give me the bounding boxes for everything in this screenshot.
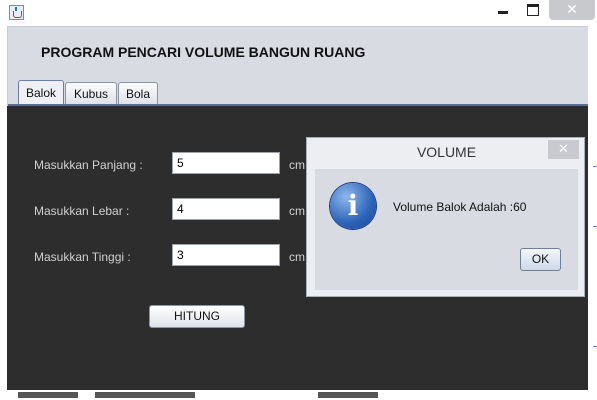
minimize-icon <box>498 11 508 14</box>
maximize-icon <box>527 4 539 16</box>
window-right-edge <box>588 26 597 390</box>
close-button[interactable]: ✕ <box>549 0 595 20</box>
tinggi-input[interactable] <box>172 244 280 266</box>
maximize-button[interactable] <box>518 0 548 20</box>
ok-button[interactable]: OK <box>520 248 561 271</box>
panjang-input[interactable] <box>172 152 280 174</box>
close-icon: ✕ <box>566 2 578 18</box>
lebar-label: Masukkan Lebar : <box>34 204 130 218</box>
tab-balok[interactable]: Balok <box>18 80 64 104</box>
tinggi-unit: cm <box>289 250 305 264</box>
dialog-close-button[interactable]: ✕ <box>548 140 579 159</box>
page-title: PROGRAM PENCARI VOLUME BANGUN RUANG <box>41 44 366 60</box>
volume-dialog: VOLUME ✕ i Volume Balok Adalah :60 OK <box>306 137 585 297</box>
title-bar[interactable]: ✕ <box>0 0 597 26</box>
lebar-input[interactable] <box>172 198 280 220</box>
minimize-button[interactable] <box>488 0 518 20</box>
lebar-unit: cm <box>289 204 305 218</box>
tab-kubus[interactable]: Kubus <box>65 82 117 104</box>
app-window: ✕ PROGRAM PENCARI VOLUME BANGUN RUANG Ba… <box>0 0 597 400</box>
dialog-body: i Volume Balok Adalah :60 OK <box>315 169 578 290</box>
dialog-title: VOLUME <box>416 144 477 160</box>
dialog-message: Volume Balok Adalah :60 <box>393 200 527 214</box>
java-cup-icon[interactable] <box>9 5 24 20</box>
window-border <box>0 26 7 400</box>
tab-bola[interactable]: Bola <box>118 82 158 104</box>
panjang-label: Masukkan Panjang : <box>34 158 143 172</box>
tinggi-label: Masukkan Tinggi : <box>34 250 131 264</box>
hitung-button[interactable]: HITUNG <box>149 305 245 328</box>
background-strip <box>0 390 597 400</box>
panjang-unit: cm <box>289 158 305 172</box>
info-icon: i <box>330 183 376 229</box>
